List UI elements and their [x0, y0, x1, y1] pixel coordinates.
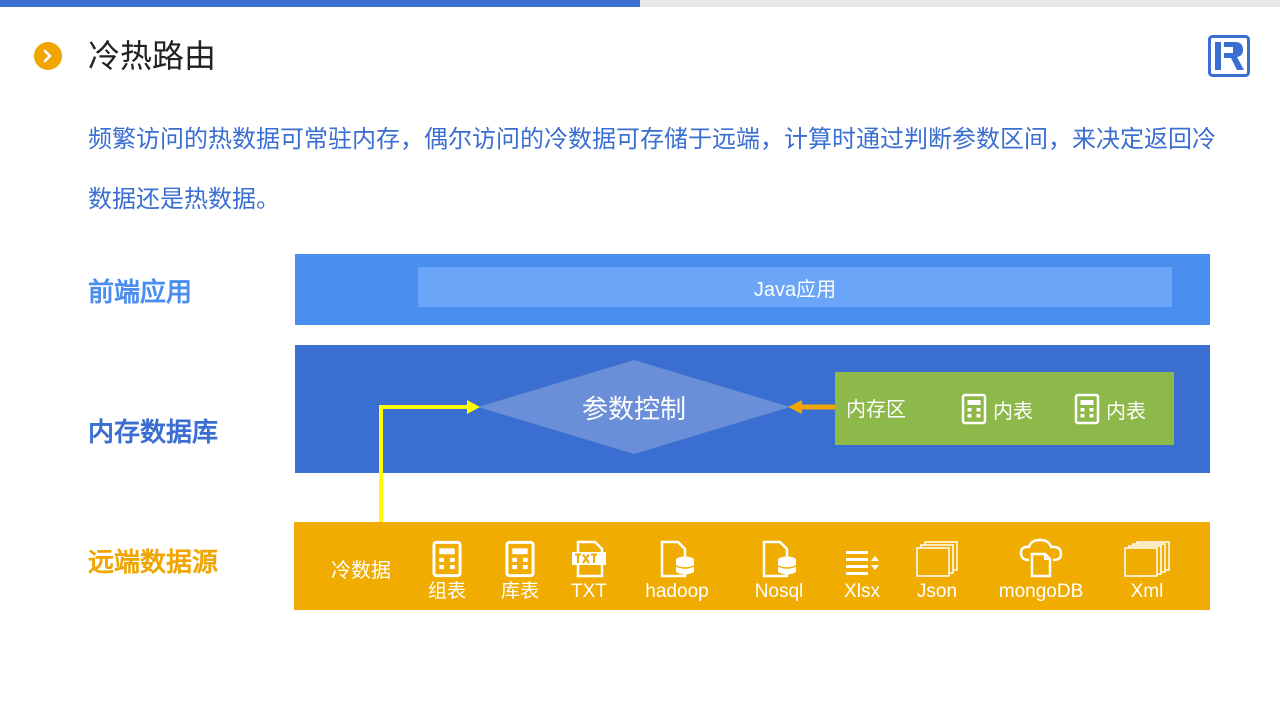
stacked-pages-icon — [1124, 541, 1170, 577]
description-text: 频繁访问的热数据可常驻内存，偶尔访问的冷数据可存储于远端，计算时通过判断参数区间… — [88, 126, 1216, 213]
cold-data-arrow — [379, 400, 480, 522]
source-label: TXT — [571, 581, 607, 602]
source-item: mongoDB — [994, 538, 1088, 604]
layer-label-memory: 内存数据库 — [88, 417, 219, 447]
java-app-box: Java应用 — [418, 267, 1172, 307]
top-progress-bar — [0, 0, 640, 7]
source-item: Nosql — [750, 538, 808, 604]
memory-table-item: 内表 — [1074, 393, 1146, 425]
cloud-file-icon — [1019, 538, 1063, 578]
memory-table-label: 内表 — [993, 400, 1033, 423]
memory-zone-label: 内存区 — [846, 399, 906, 421]
source-item: Xml — [1124, 538, 1170, 604]
source-label: mongoDB — [998, 581, 1084, 602]
source-item: hadoop — [640, 538, 714, 604]
memory-table-item: 内表 — [961, 393, 1033, 425]
source-label: Xml — [1130, 581, 1164, 602]
brand-logo-icon — [1208, 35, 1250, 77]
memory-table-label: 内表 — [1106, 400, 1146, 423]
cold-data-label: 冷数据 — [331, 560, 391, 582]
txt-file-icon — [572, 540, 606, 578]
source-label: Json — [916, 581, 958, 602]
source-label: Nosql — [754, 581, 804, 602]
control-label: 参数控制 — [581, 393, 686, 424]
layer-label-front: 前端应用 — [88, 277, 193, 307]
database-file-icon — [762, 540, 797, 578]
source-item: 库表 — [497, 538, 543, 604]
page-title: 冷热路由 — [88, 38, 217, 74]
table-file-icon — [505, 540, 535, 578]
layer-label-remote: 远端数据源 — [88, 547, 219, 577]
source-item: Xlsx — [840, 538, 884, 604]
database-file-icon — [660, 540, 695, 578]
stacked-pages-icon — [916, 541, 958, 577]
top-progress-track — [640, 0, 1280, 7]
table-file-icon — [432, 540, 462, 578]
table-file-icon — [1074, 393, 1100, 425]
table-file-icon — [961, 393, 987, 425]
source-item: TXT — [566, 538, 612, 604]
source-label: hadoop — [645, 581, 709, 602]
source-label: 组表 — [427, 581, 466, 602]
source-label: 库表 — [500, 581, 539, 602]
source-item: Json — [914, 538, 960, 604]
source-item: 组表 — [424, 538, 470, 604]
arrow-left-icon — [788, 400, 836, 414]
chevron-right-icon — [34, 42, 62, 70]
source-label: Xlsx — [844, 581, 880, 602]
list-sort-icon — [846, 551, 879, 575]
